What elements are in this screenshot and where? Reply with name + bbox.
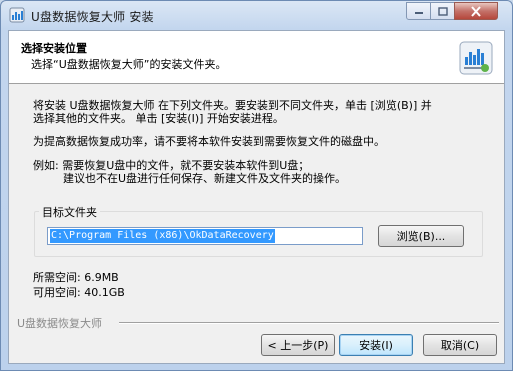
minimize-icon <box>414 12 423 14</box>
install-button[interactable]: 安装(I) <box>339 334 413 356</box>
cancel-button[interactable]: 取消(C) <box>423 334 497 356</box>
maximize-icon <box>437 6 448 16</box>
installer-bars-icon <box>9 7 25 23</box>
page-subtitle: 选择“U盘数据恢复大师”的安装文件夹。 <box>31 58 227 71</box>
example-line-2: 建议也不在U盘进行任何保存、新建文件及文件夹的操作。 <box>63 172 347 185</box>
installer-window: U盘数据恢复大师 安装 选择安装位置 选择“U盘数据恢复大师”的安装文件夹。 将… <box>0 0 513 371</box>
header-panel: 选择安装位置 选择“U盘数据恢复大师”的安装文件夹。 <box>9 31 504 84</box>
installer-page: 选择安装位置 选择“U盘数据恢复大师”的安装文件夹。 将安装 U盘数据恢复大师 … <box>8 30 505 364</box>
destination-label: 目标文件夹 <box>39 204 100 220</box>
branding-text: U盘数据恢复大师 <box>17 317 103 330</box>
destination-path-text: C:\Program Files (x86)\OkDataRecovery <box>50 229 275 243</box>
close-button[interactable] <box>454 2 498 20</box>
window-title: U盘数据恢复大师 安装 <box>31 10 154 24</box>
available-space: 可用空间: 40.1GB <box>33 286 125 299</box>
browse-button[interactable]: 浏览(B)... <box>378 225 464 247</box>
maximize-button[interactable] <box>430 2 455 20</box>
close-icon <box>471 5 481 17</box>
tip-text: 为提高数据恢复成功率，请不要将本软件安装到需要恢复文件的磁盘中。 <box>33 135 385 148</box>
destination-path-input[interactable]: C:\Program Files (x86)\OkDataRecovery <box>47 227 363 245</box>
title-bar[interactable]: U盘数据恢复大师 安装 <box>1 1 512 29</box>
intro-line-2: 选择其他的文件夹。 单击 [安装(I)] 开始安装进程。 <box>33 112 284 125</box>
back-button[interactable]: < 上一步(P) <box>261 334 335 356</box>
page-title: 选择安装位置 <box>21 42 87 55</box>
minimize-button[interactable] <box>406 2 431 20</box>
installer-chart-logo-icon <box>459 41 493 75</box>
required-space: 所需空间: 6.9MB <box>33 271 119 284</box>
branding-divider <box>119 322 499 324</box>
